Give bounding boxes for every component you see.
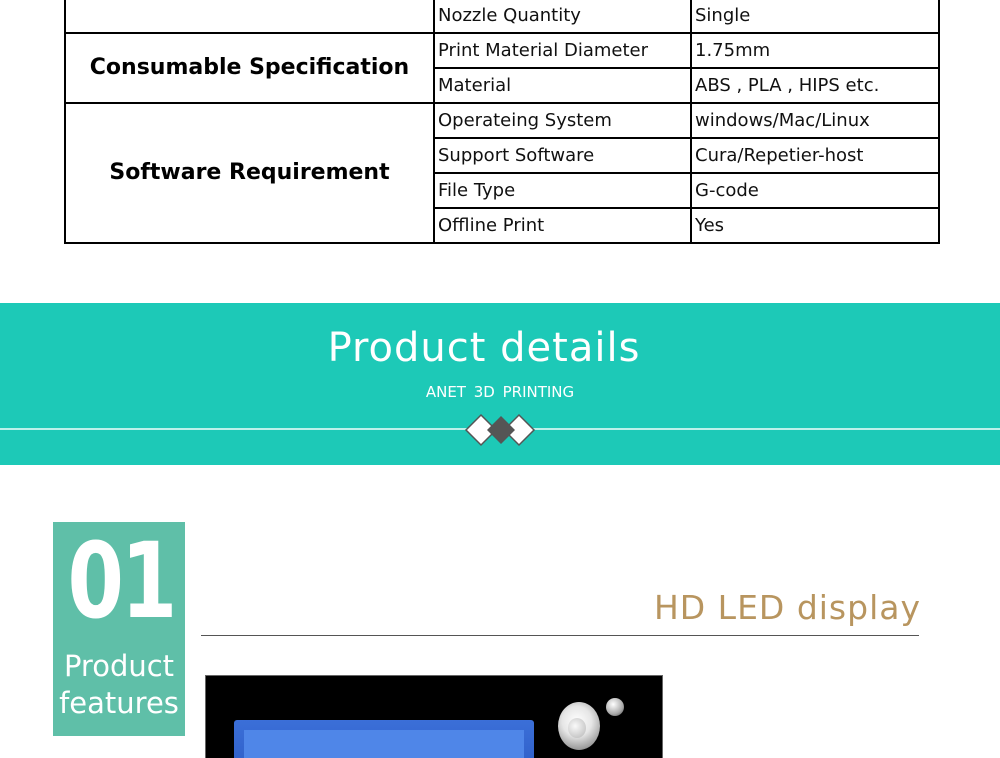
spec-label: Operateing System <box>433 102 692 139</box>
spec-label: Support Software <box>433 137 692 174</box>
spec-label: Material <box>433 67 692 104</box>
category-cell-empty <box>64 0 435 34</box>
spec-value: windows/Mac/Linux <box>690 102 940 139</box>
table-row: Nozzle Quantity Single <box>64 0 940 34</box>
feature-number-box: 01 Product features <box>53 522 185 736</box>
table-row: Consumable Specification Print Material … <box>64 32 940 104</box>
diamond-ornament-icon <box>464 413 536 447</box>
reset-button-icon <box>606 698 624 716</box>
rotary-knob-icon <box>558 702 600 750</box>
table-row: Software Requirement Operateing System w… <box>64 102 940 244</box>
feature-heading-rule <box>201 635 919 636</box>
category-consumable: Consumable Specification <box>64 32 435 104</box>
spec-label: Print Material Diameter <box>433 32 692 69</box>
lcd-display-photo <box>205 675 663 758</box>
spec-value: Yes <box>690 207 940 244</box>
spec-value: 1.75mm <box>690 32 940 69</box>
product-details-banner: Product details ANET 3D PRINTING <box>0 303 1000 465</box>
feature-number: 01 <box>67 520 178 642</box>
spec-value: Single <box>690 0 940 34</box>
feature-label: Product features <box>59 649 179 720</box>
spec-table: Nozzle Quantity Single Consumable Specif… <box>64 0 940 244</box>
spec-label: Nozzle Quantity <box>433 0 692 34</box>
spec-value: Cura/Repetier-host <box>690 137 940 174</box>
spec-value: G-code <box>690 172 940 209</box>
spec-label: File Type <box>433 172 692 209</box>
spec-label: Offline Print <box>433 207 692 244</box>
lcd-screen <box>234 720 534 758</box>
banner-subtitle: ANET 3D PRINTING <box>425 383 575 401</box>
banner-title: Product details <box>327 325 641 371</box>
product-page: Nozzle Quantity Single Consumable Specif… <box>0 0 1000 758</box>
feature-heading: HD LED display <box>653 588 921 627</box>
category-software: Software Requirement <box>64 102 435 244</box>
spec-value: ABS , PLA , HIPS etc. <box>690 67 940 104</box>
lcd-screen-panel <box>244 730 524 758</box>
